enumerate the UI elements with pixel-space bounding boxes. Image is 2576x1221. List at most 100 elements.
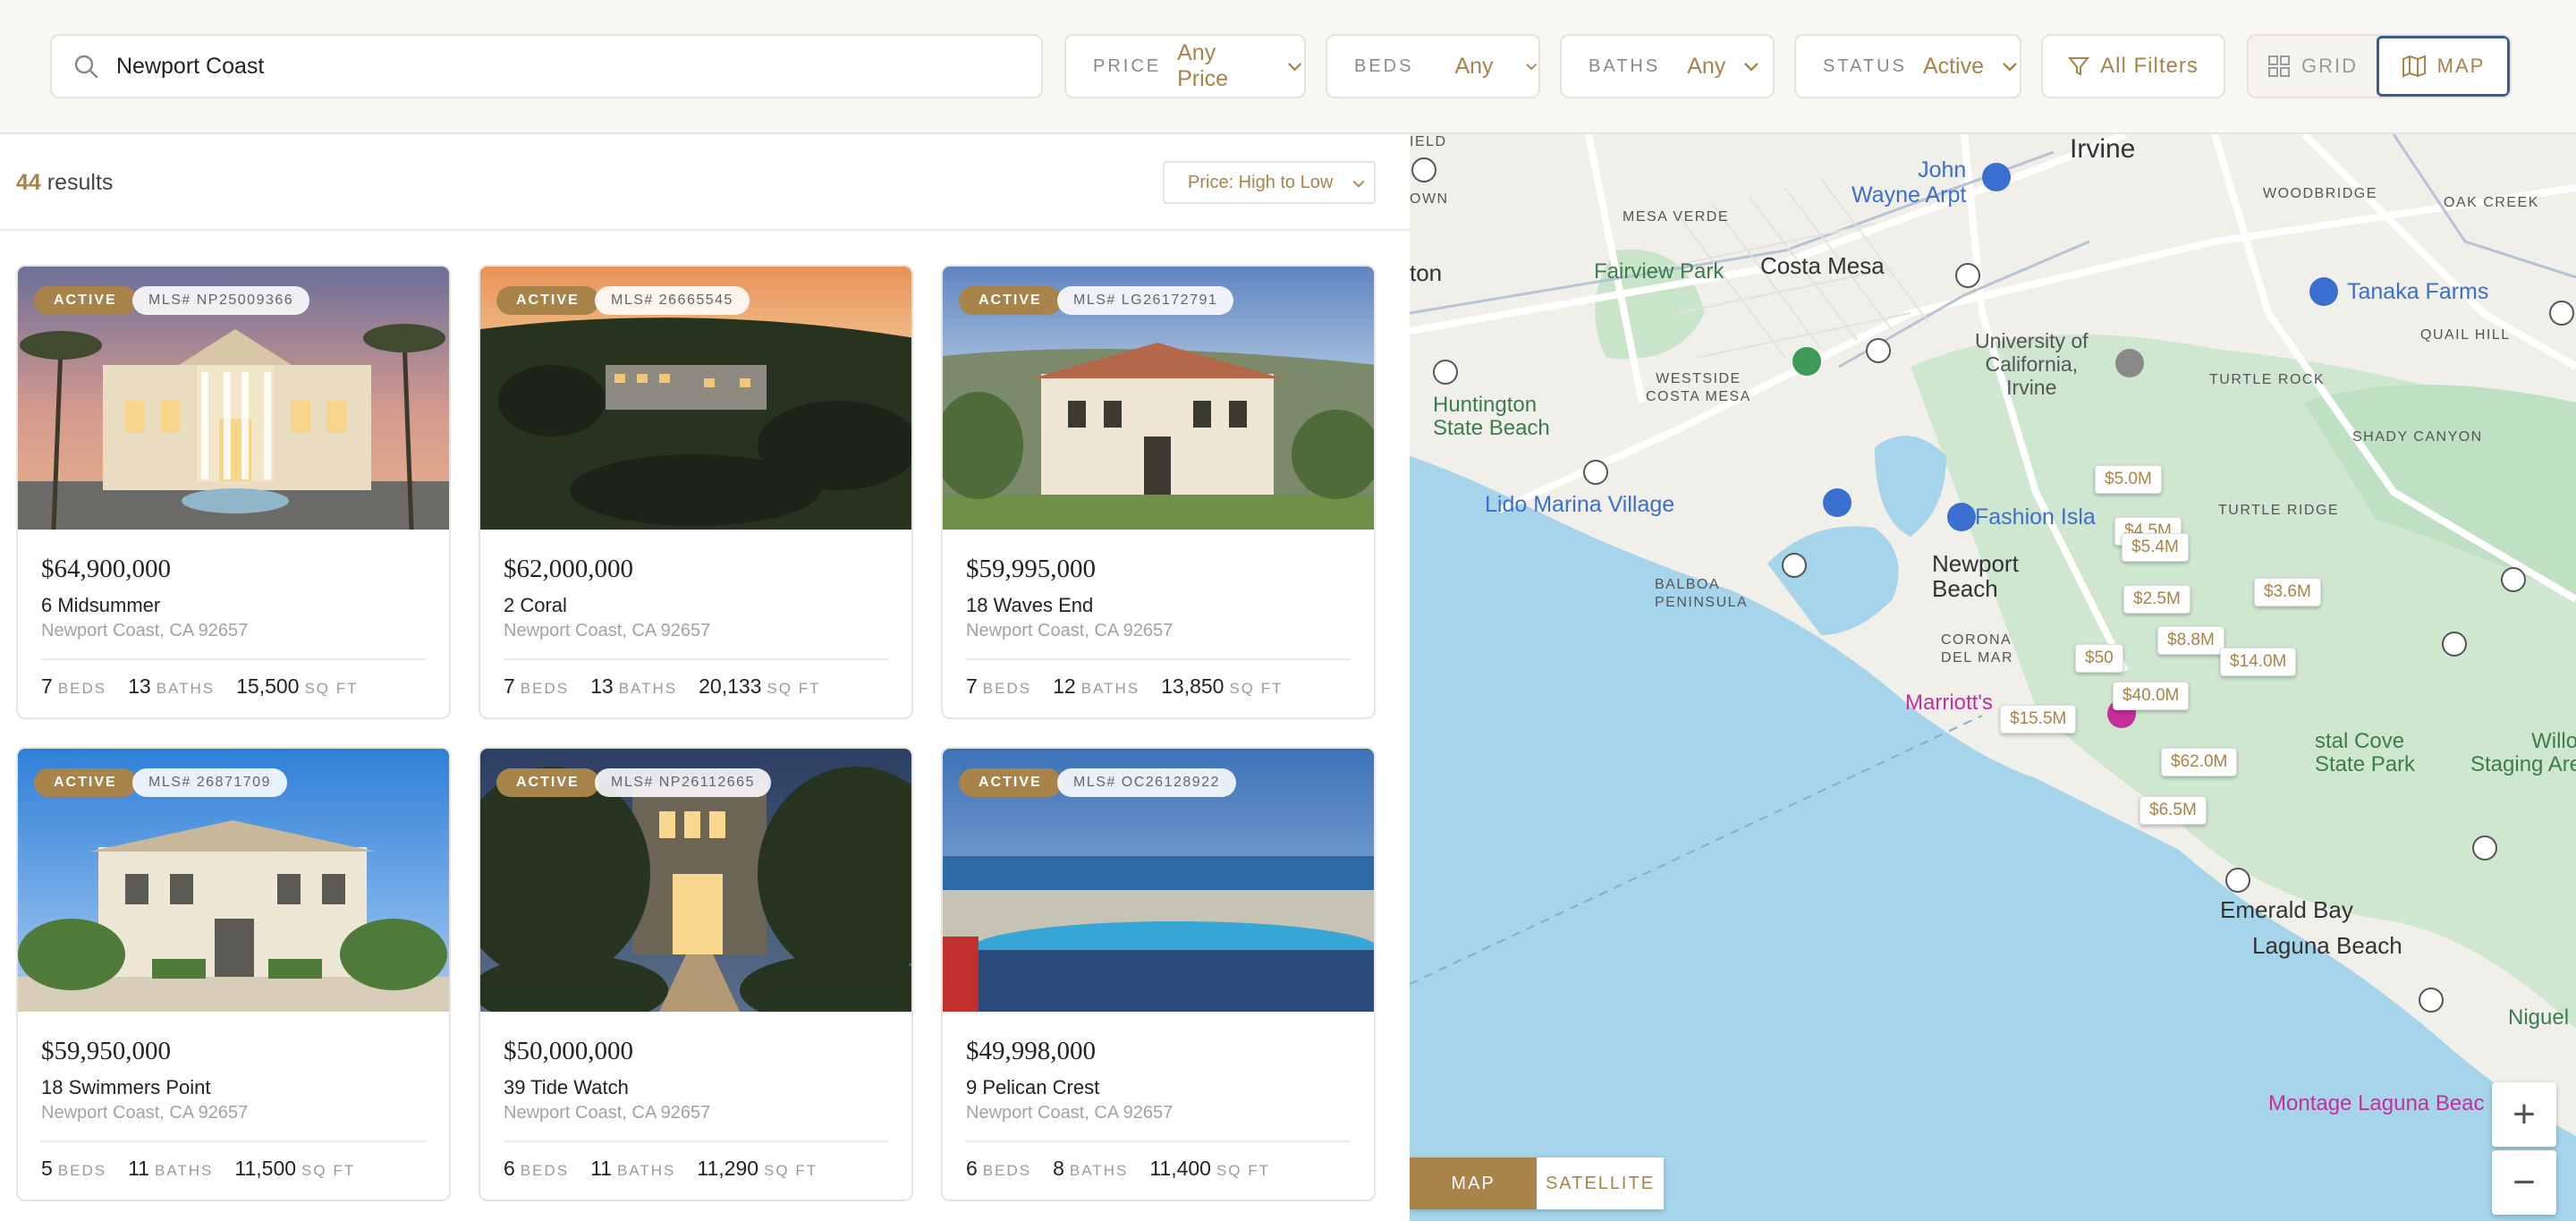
map-type-map-button[interactable]: MAP xyxy=(1410,1157,1537,1209)
map-label-quail-hill: QUAIL HILL xyxy=(2420,327,2511,343)
mls-badge: MLS# OC26128922 xyxy=(1057,768,1236,797)
map-label-westside: WESTSIDE COSTA MESA xyxy=(1646,371,1751,404)
price-pin[interactable]: $2.5M xyxy=(2123,585,2190,614)
status-badge: ACTIVE xyxy=(496,286,599,315)
listing-card[interactable]: ACTIVE MLS# LG26172791 $59,995,000 18 Wa… xyxy=(941,265,1376,719)
listing-card[interactable]: ACTIVE MLS# 26871709 $59,950,000 18 Swim… xyxy=(16,747,451,1201)
beds-unit: BEDS xyxy=(982,680,1032,697)
listing-city: Newport Coast, CA 92657 xyxy=(504,621,711,640)
status-badge: ACTIVE xyxy=(959,768,1062,797)
sqft-stat: 11,290 SQ FT xyxy=(697,1157,818,1181)
sqft-stat: 15,500 SQ FT xyxy=(236,674,358,699)
listing-city: Newport Coast, CA 92657 xyxy=(966,621,1174,640)
baths-unit: BATHS xyxy=(156,680,216,697)
results-count-label: results xyxy=(47,170,114,195)
price-filter[interactable]: PRICE Any Price xyxy=(1064,34,1306,98)
map-label-mesa-verde: MESA VERDE xyxy=(1623,209,1730,225)
price-pin[interactable]: $40.0M xyxy=(2113,682,2190,710)
search-input[interactable]: Newport Coast xyxy=(50,34,1043,98)
map-type-satellite-button[interactable]: SATELLITE xyxy=(1537,1157,1664,1209)
price-pin[interactable]: $62.0M xyxy=(2161,748,2238,776)
listing-city: Newport Coast, CA 92657 xyxy=(966,1103,1174,1123)
price-pin[interactable]: $14.0M xyxy=(2220,648,2297,676)
grid-view-label: GRID xyxy=(2301,55,2358,77)
sqft-value: 11,400 xyxy=(1149,1157,1211,1180)
listing-card[interactable]: ACTIVE MLS# NP25009366 $64,900,000 6 Mid… xyxy=(16,265,451,719)
sqft-value: 15,500 xyxy=(236,674,300,698)
map-label-costa-mesa: Costa Mesa xyxy=(1760,252,1885,279)
sqft-value: 11,500 xyxy=(234,1157,297,1180)
listing-card[interactable]: ACTIVE MLS# NP26112665 $50,000,000 39 Ti… xyxy=(479,747,913,1201)
sort-select[interactable]: Price: High to Low xyxy=(1163,161,1376,204)
beds-stat: 7 BEDS xyxy=(504,674,569,699)
map-label-corona-del-mar: CORONA DEL MAR xyxy=(1941,632,2014,666)
sqft-stat: 11,500 SQ FT xyxy=(234,1157,355,1181)
baths-stat: 11 BATHS xyxy=(128,1157,213,1181)
baths-filter-value: Any xyxy=(1687,53,1726,79)
grid-view-button[interactable]: GRID xyxy=(2249,36,2377,97)
listing-address: 18 Swimmers Point xyxy=(41,1076,211,1098)
map-label-ton: ton xyxy=(1410,259,1443,286)
listing-city: Newport Coast, CA 92657 xyxy=(504,1103,711,1123)
price-filter-value: Any Price xyxy=(1177,40,1229,91)
map-label-oak-creek: OAK CREEK xyxy=(2444,195,2539,210)
listing-card[interactable]: ACTIVE MLS# 26665545 $62,000,000 2 Coral… xyxy=(479,265,913,719)
sqft-value: 20,133 xyxy=(699,674,762,698)
sqft-unit: SQ FT xyxy=(764,1162,818,1179)
baths-unit: BATHS xyxy=(1080,680,1140,697)
status-filter[interactable]: STATUS Active xyxy=(1794,34,2021,98)
map-label-turtle-rock: TURTLE ROCK xyxy=(2209,372,2326,387)
map-view-button[interactable]: MAP xyxy=(2377,36,2510,97)
listing-stats: 6 BEDS 11 BATHS 11,290 SQ FT xyxy=(504,1157,818,1181)
baths-unit: BATHS xyxy=(616,1162,676,1179)
sqft-value: 13,850 xyxy=(1161,674,1224,698)
mls-badge: MLS# 26871709 xyxy=(132,768,287,797)
beds-unit: BEDS xyxy=(57,1162,107,1179)
status-badge: ACTIVE xyxy=(959,286,1062,315)
map-label-montage: Montage Laguna Beac xyxy=(2268,1091,2485,1115)
listing-price: $50,000,000 xyxy=(504,1037,633,1065)
zoom-out-button[interactable]: − xyxy=(2492,1150,2556,1215)
beds-stat: 7 BEDS xyxy=(41,674,106,699)
listing-card[interactable]: ACTIVE MLS# OC26128922 $49,998,000 9 Pel… xyxy=(941,747,1376,1201)
sqft-stat: 20,133 SQ FT xyxy=(699,674,820,699)
beds-value: 6 xyxy=(966,1157,978,1180)
listing-price: $59,950,000 xyxy=(41,1037,171,1065)
card-divider xyxy=(41,1140,426,1142)
chevron-down-icon xyxy=(1525,64,1537,71)
price-pin[interactable]: $5.4M xyxy=(2122,533,2189,562)
beds-filter[interactable]: BEDS Any xyxy=(1326,34,1540,98)
price-pin[interactable]: $50 xyxy=(2075,644,2123,673)
sqft-unit: SQ FT xyxy=(767,680,821,697)
results-header: 44 results Price: High to Low xyxy=(0,134,1410,231)
map-label-irvine: Irvine xyxy=(2070,134,2136,164)
all-filters-button[interactable]: All Filters xyxy=(2041,34,2225,98)
map-view[interactable]: Irvine Costa Mesa Newport Beach Laguna B… xyxy=(1410,134,2576,1221)
map-label-newport-beach: Newport Beach xyxy=(1932,550,2019,602)
zoom-in-icon: + xyxy=(2512,1092,2536,1136)
sqft-value: 11,290 xyxy=(697,1157,759,1180)
map-label-fairview-park: Fairview Park xyxy=(1594,259,1724,284)
listing-address: 39 Tide Watch xyxy=(504,1076,629,1098)
zoom-in-button[interactable]: + xyxy=(2492,1082,2556,1147)
status-badge: ACTIVE xyxy=(34,768,137,797)
listing-stats: 7 BEDS 12 BATHS 13,850 SQ FT xyxy=(966,674,1284,699)
results-count: 44 results xyxy=(16,170,113,196)
price-pin[interactable]: $8.8M xyxy=(2157,626,2224,655)
price-pin[interactable]: $6.5M xyxy=(2140,796,2207,825)
baths-filter[interactable]: BATHS Any xyxy=(1560,34,1775,98)
card-divider xyxy=(966,658,1351,660)
status-filter-label: STATUS xyxy=(1823,55,1907,76)
map-label-crystal-cove: stal Cove State Park xyxy=(2315,729,2416,776)
map-label-lido-marina: Lido Marina Village xyxy=(1485,492,1675,517)
status-badge: ACTIVE xyxy=(496,768,599,797)
listing-stats: 7 BEDS 13 BATHS 15,500 SQ FT xyxy=(41,674,359,699)
price-pin[interactable]: $5.0M xyxy=(2095,465,2162,494)
map-label-marriott: Marriott's xyxy=(1905,691,1993,715)
baths-filter-label: BATHS xyxy=(1589,55,1661,76)
listing-address: 9 Pelican Crest xyxy=(966,1076,1100,1098)
map-label-fashion-island: Fashion Isla xyxy=(1975,505,2096,530)
price-pin[interactable]: $3.6M xyxy=(2254,578,2321,606)
listing-address: 6 Midsummer xyxy=(41,594,161,616)
price-pin[interactable]: $15.5M xyxy=(2000,705,2077,733)
